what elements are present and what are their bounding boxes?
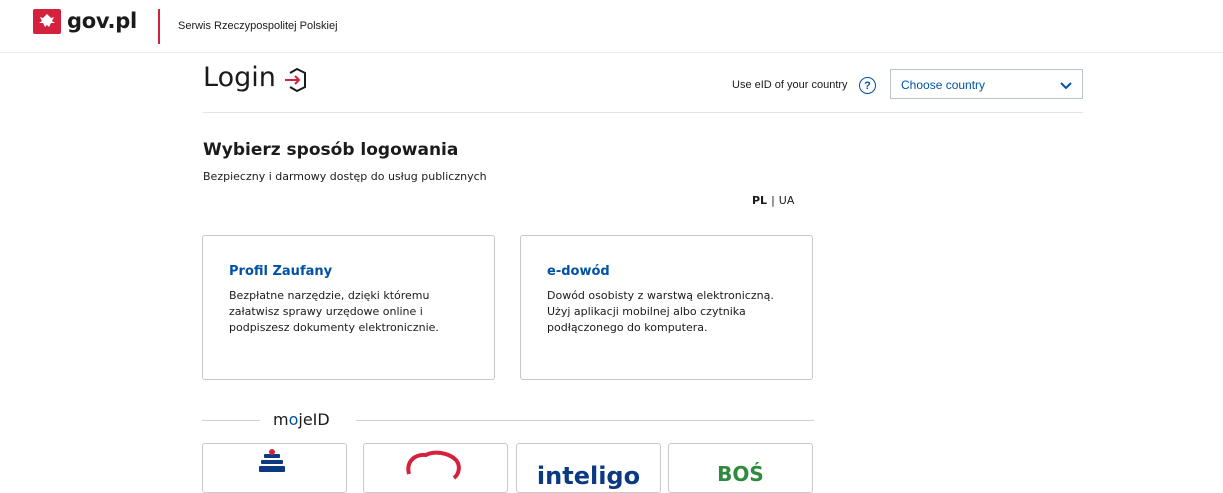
bank-option-red[interactable] xyxy=(363,443,508,493)
login-option-profil-zaufany[interactable]: Profil Zaufany Bezpłatne narzędzie, dzię… xyxy=(202,235,495,380)
polish-eagle-logo-icon[interactable] xyxy=(33,9,61,34)
mojeid-divider-right xyxy=(356,420,814,421)
bank-option-pko[interactable] xyxy=(202,443,347,493)
bank-red-logo-icon xyxy=(406,450,461,480)
service-name: Serwis Rzeczypospolitej Polskiej xyxy=(178,20,338,32)
language-switcher: PL | UA xyxy=(752,194,794,207)
help-icon[interactable]: ? xyxy=(859,77,876,94)
mojeid-text-b: o xyxy=(288,410,299,429)
gov-pl-logo-text[interactable]: gov.pl xyxy=(67,9,137,33)
country-select-value: Choose country xyxy=(901,78,986,92)
lang-pl[interactable]: PL xyxy=(752,194,767,207)
bank-option-bos[interactable]: BOŚ xyxy=(668,443,813,493)
card-description: Dowód osobisty z warstwą elektroniczną. … xyxy=(547,289,774,334)
login-door-icon xyxy=(285,67,306,93)
chevron-down-icon xyxy=(1060,82,1072,90)
eid-country-label: Use eID of your country xyxy=(732,79,848,91)
page-title: Login xyxy=(203,62,276,93)
header-divider xyxy=(158,9,160,44)
section-subtitle: Bezpieczny i darmowy dostęp do usług pub… xyxy=(203,170,487,183)
mojeid-text-c: jeID xyxy=(298,410,330,429)
country-select[interactable]: Choose country xyxy=(890,69,1083,99)
lang-separator: | xyxy=(771,194,775,207)
bank-option-inteligo[interactable]: inteligo xyxy=(516,443,661,493)
card-title[interactable]: e-dowód xyxy=(547,264,610,279)
card-description: Bezpłatne narzędzie, dzięki któremu zała… xyxy=(229,289,439,334)
section-title: Wybierz sposób logowania xyxy=(203,140,459,160)
top-header: gov.pl Serwis Rzeczypospolitej Polskiej xyxy=(0,0,1223,53)
bos-bank-logo-icon: BOŚ xyxy=(717,462,764,486)
login-option-e-dowod[interactable]: e-dowód Dowód osobisty z warstwą elektro… xyxy=(520,235,813,380)
mojeid-logo: mojeID xyxy=(273,410,330,429)
mojeid-divider-left xyxy=(202,420,260,421)
mojeid-text-a: m xyxy=(273,410,289,429)
pko-bank-logo-icon xyxy=(259,449,285,472)
card-title[interactable]: Profil Zaufany xyxy=(229,264,332,279)
lang-ua[interactable]: UA xyxy=(779,194,795,207)
inteligo-logo-icon: inteligo xyxy=(536,462,641,490)
divider xyxy=(203,112,1083,113)
